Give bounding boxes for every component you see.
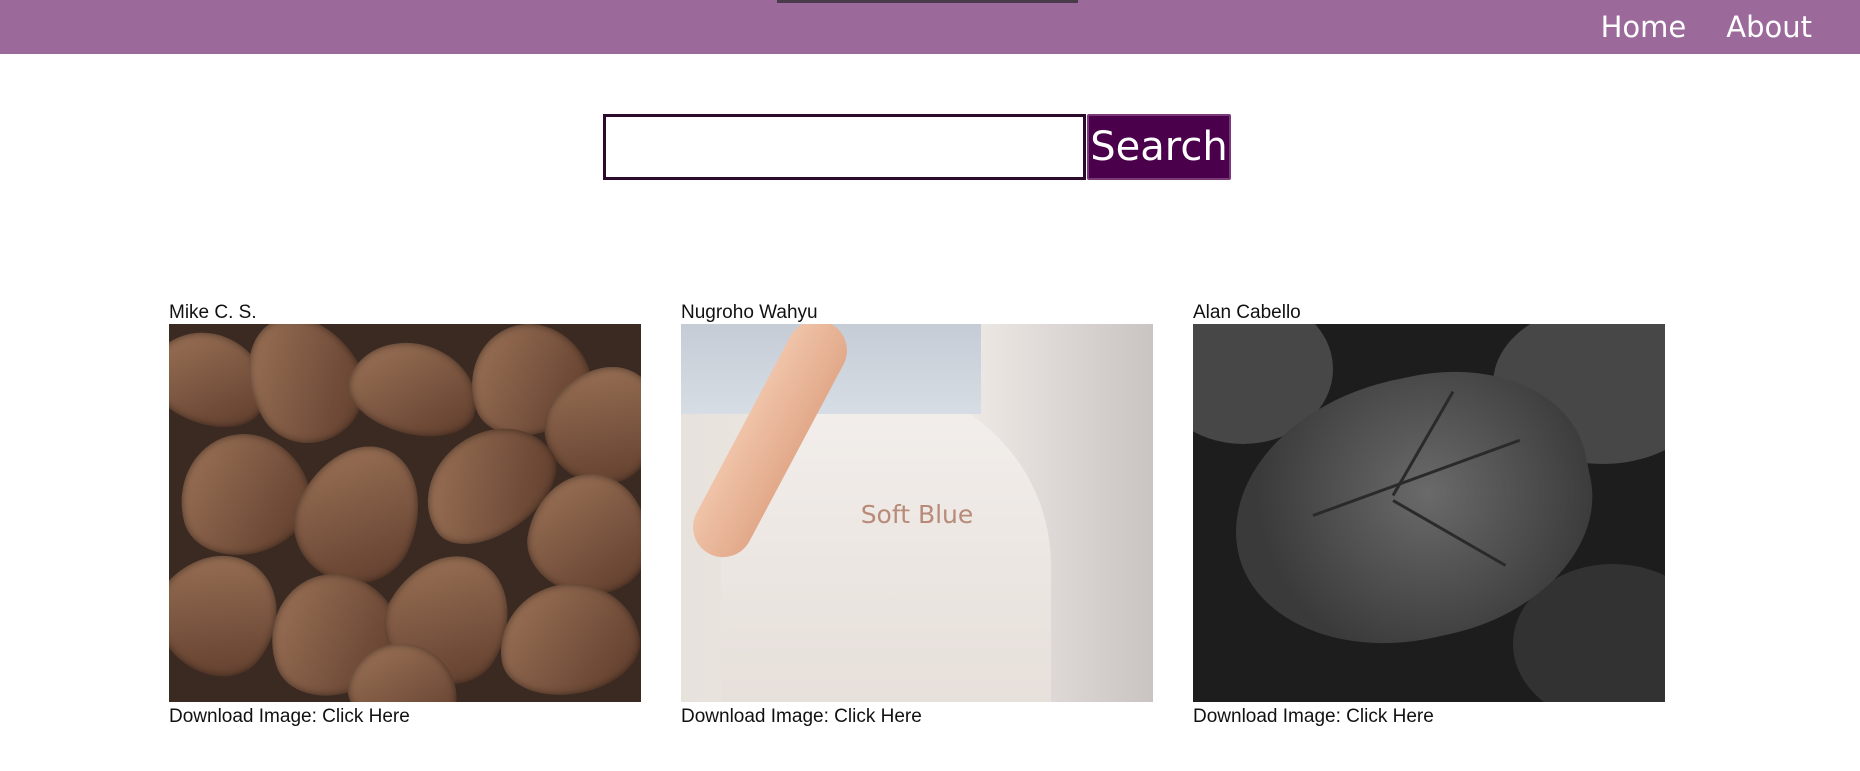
gallery-image[interactable] (169, 324, 641, 702)
nav-home-link[interactable]: Home (1601, 10, 1687, 44)
photographer-name: Mike C. S. (169, 302, 257, 323)
search-input[interactable] (603, 114, 1086, 180)
download-link[interactable]: Click Here (1346, 706, 1434, 727)
download-link[interactable]: Click Here (834, 706, 922, 727)
gallery-card: Alan Cabello Download Image: Click Here (1193, 302, 1665, 728)
main-nav: Home About (1601, 0, 1812, 54)
search-button[interactable]: Search (1087, 114, 1231, 180)
download-label: Download Image: (1193, 706, 1347, 727)
top-navbar: Home About (0, 0, 1860, 54)
gallery-image[interactable] (1193, 324, 1665, 702)
gallery-card: Nugroho Wahyu Soft Blue Download Image: … (681, 302, 1153, 728)
tab-indicator (777, 0, 1078, 3)
download-line: Download Image: Click Here (1193, 706, 1665, 728)
download-link[interactable]: Click Here (322, 706, 410, 727)
download-line: Download Image: Click Here (681, 706, 1153, 728)
download-line: Download Image: Click Here (169, 706, 641, 728)
gallery-image[interactable]: Soft Blue (681, 324, 1153, 702)
download-label: Download Image: (169, 706, 323, 727)
image-caption: Soft Blue (860, 500, 974, 529)
photographer-name: Alan Cabello (1193, 302, 1301, 323)
gallery-card: Mike C. S. Download Image: Click Here (169, 302, 641, 728)
download-label: Download Image: (681, 706, 835, 727)
photographer-name: Nugroho Wahyu (681, 302, 818, 323)
nav-about-link[interactable]: About (1726, 10, 1812, 44)
search-bar: Search (603, 114, 1231, 180)
